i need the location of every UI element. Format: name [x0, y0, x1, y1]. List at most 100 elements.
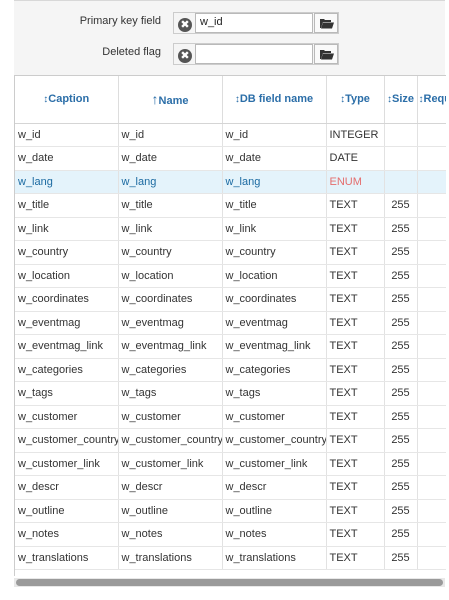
cell-caption[interactable]: w_outline: [15, 499, 119, 523]
cell-type[interactable]: TEXT: [326, 334, 385, 359]
cell-type[interactable]: ENUM: [326, 170, 385, 194]
primary-key-browse-button[interactable]: [314, 13, 338, 33]
cell-name[interactable]: w_customer_link: [118, 452, 223, 476]
cell-required[interactable]: [417, 522, 446, 547]
cell-caption[interactable]: w_customer_link: [15, 452, 119, 476]
cell-size[interactable]: 255: [384, 546, 418, 570]
deleted-flag-clear-icon[interactable]: ✖: [178, 49, 192, 63]
cell-db-field-name[interactable]: w_eventmag: [222, 311, 327, 335]
cell-caption[interactable]: w_eventmag: [15, 311, 119, 335]
cell-db-field-name[interactable]: w_id: [222, 123, 327, 147]
deleted-flag-browse-button[interactable]: [314, 44, 338, 64]
cell-type[interactable]: TEXT: [326, 405, 385, 429]
table-row[interactable]: w_descr w_descr w_descr TEXT 255: [15, 475, 446, 500]
cell-db-field-name[interactable]: w_categories: [222, 358, 327, 382]
table-row[interactable]: w_location w_location w_location TEXT 255: [15, 264, 446, 288]
cell-db-field-name[interactable]: w_descr: [222, 475, 327, 500]
table-row[interactable]: w_customer w_customer w_customer TEXT 255: [15, 405, 446, 429]
table-row[interactable]: w_eventmag_link w_eventmag_link w_eventmag…: [15, 334, 446, 359]
cell-required[interactable]: [417, 475, 446, 500]
cell-size[interactable]: 255: [384, 334, 418, 359]
cell-size[interactable]: [384, 170, 418, 194]
cell-required[interactable]: [417, 170, 446, 194]
primary-key-input[interactable]: w_id: [195, 13, 313, 33]
cell-db-field-name[interactable]: w_country: [222, 240, 327, 265]
table-row[interactable]: w_tags w_tags w_tags TEXT 255: [15, 381, 446, 406]
cell-name[interactable]: w_location: [118, 264, 223, 288]
cell-db-field-name[interactable]: w_coordinates: [222, 287, 327, 312]
cell-caption[interactable]: w_categories: [15, 358, 119, 382]
cell-required[interactable]: [417, 334, 446, 359]
cell-required[interactable]: [417, 381, 446, 406]
cell-name[interactable]: w_lang: [118, 170, 223, 194]
cell-type[interactable]: DATE: [326, 146, 385, 171]
cell-caption[interactable]: w_coordinates: [15, 287, 119, 312]
cell-size[interactable]: 255: [384, 287, 418, 312]
cell-name[interactable]: w_eventmag: [118, 311, 223, 335]
cell-required[interactable]: [417, 452, 446, 476]
cell-size[interactable]: 255: [384, 264, 418, 288]
cell-required[interactable]: [417, 311, 446, 335]
cell-db-field-name[interactable]: w_outline: [222, 499, 327, 523]
cell-db-field-name[interactable]: w_title: [222, 193, 327, 218]
cell-caption[interactable]: w_date: [15, 146, 119, 171]
cell-db-field-name[interactable]: w_customer_country: [222, 428, 327, 453]
cell-name[interactable]: w_id: [118, 123, 223, 147]
cell-size[interactable]: 255: [384, 475, 418, 500]
cell-name[interactable]: w_link: [118, 217, 223, 241]
cell-type[interactable]: TEXT: [326, 452, 385, 476]
cell-size[interactable]: 255: [384, 405, 418, 429]
column-header-required[interactable]: ↕Requ: [417, 76, 446, 124]
cell-db-field-name[interactable]: w_customer: [222, 405, 327, 429]
cell-size[interactable]: 255: [384, 311, 418, 335]
cell-required[interactable]: [417, 405, 446, 429]
cell-size[interactable]: 255: [384, 522, 418, 547]
cell-required[interactable]: [417, 287, 446, 312]
cell-db-field-name[interactable]: w_customer_link: [222, 452, 327, 476]
cell-type[interactable]: TEXT: [326, 358, 385, 382]
cell-name[interactable]: w_date: [118, 146, 223, 171]
column-header-db-field-name[interactable]: ↕DB field name: [222, 76, 327, 124]
cell-db-field-name[interactable]: w_translations: [222, 546, 327, 570]
cell-type[interactable]: TEXT: [326, 428, 385, 453]
cell-size[interactable]: 255: [384, 358, 418, 382]
cell-type[interactable]: TEXT: [326, 381, 385, 406]
cell-required[interactable]: [417, 358, 446, 382]
cell-caption[interactable]: w_customer: [15, 405, 119, 429]
cell-type[interactable]: TEXT: [326, 287, 385, 312]
table-row[interactable]: w_categories w_categories w_categories TEXT…: [15, 358, 446, 382]
cell-required[interactable]: [417, 193, 446, 218]
cell-caption[interactable]: w_notes: [15, 522, 119, 547]
cell-db-field-name[interactable]: w_lang: [222, 170, 327, 194]
cell-db-field-name[interactable]: w_eventmag_link: [222, 334, 327, 359]
cell-size[interactable]: [384, 146, 418, 171]
table-row[interactable]: w_customer_link w_customer_link w_customer…: [15, 452, 446, 476]
cell-size[interactable]: 255: [384, 240, 418, 265]
table-row[interactable]: w_title w_title w_title TEXT 255: [15, 193, 446, 218]
cell-required[interactable]: [417, 499, 446, 523]
cell-db-field-name[interactable]: w_link: [222, 217, 327, 241]
cell-caption[interactable]: w_tags: [15, 381, 119, 406]
cell-required[interactable]: [417, 146, 446, 171]
cell-db-field-name[interactable]: w_location: [222, 264, 327, 288]
cell-size[interactable]: 255: [384, 193, 418, 218]
table-row[interactable]: w_outline w_outline w_outline TEXT 255: [15, 499, 446, 523]
column-header-type[interactable]: ↕Type: [326, 76, 385, 124]
table-row[interactable]: w_eventmag w_eventmag w_eventmag TEXT 255: [15, 311, 446, 335]
cell-name[interactable]: w_coordinates: [118, 287, 223, 312]
cell-name[interactable]: w_eventmag_link: [118, 334, 223, 359]
cell-caption[interactable]: w_location: [15, 264, 119, 288]
table-row[interactable]: w_lang w_lang w_lang ENUM: [15, 170, 446, 194]
cell-caption[interactable]: w_lang: [15, 170, 119, 194]
cell-required[interactable]: [417, 428, 446, 453]
table-row[interactable]: w_country w_country w_country TEXT 255: [15, 240, 446, 265]
cell-db-field-name[interactable]: w_tags: [222, 381, 327, 406]
table-row[interactable]: w_notes w_notes w_notes TEXT 255: [15, 522, 446, 547]
cell-name[interactable]: w_descr: [118, 475, 223, 500]
cell-size[interactable]: 255: [384, 381, 418, 406]
cell-type[interactable]: TEXT: [326, 475, 385, 500]
cell-name[interactable]: w_notes: [118, 522, 223, 547]
cell-type[interactable]: TEXT: [326, 499, 385, 523]
cell-name[interactable]: w_tags: [118, 381, 223, 406]
cell-name[interactable]: w_translations: [118, 546, 223, 570]
